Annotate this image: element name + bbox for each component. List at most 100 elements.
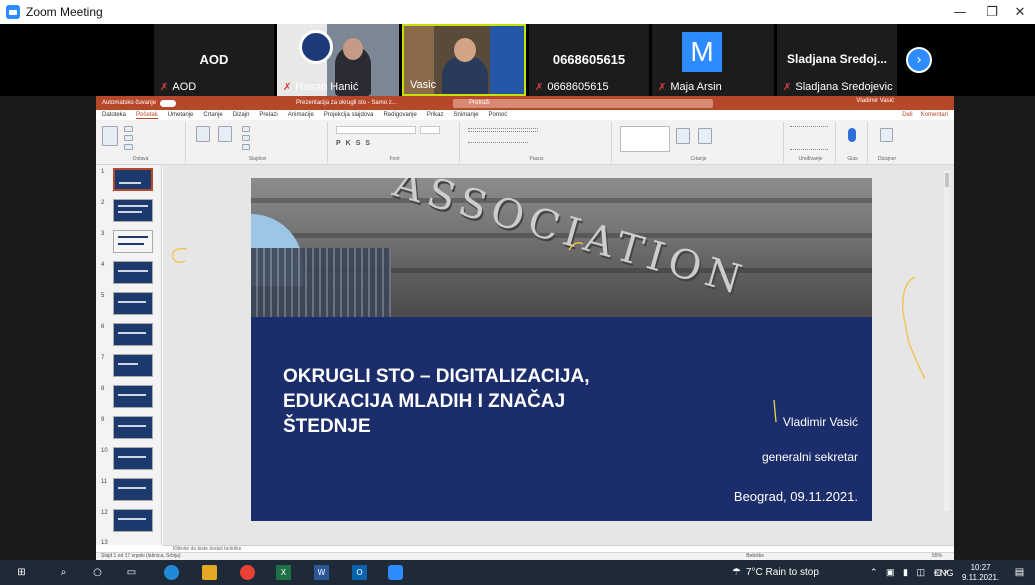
font-size-dropdown[interactable] (420, 126, 440, 134)
status-text: Slajd 1 od 17 srpski (latinica, Srbija) (101, 553, 181, 559)
new-slide-icon[interactable] (196, 126, 210, 142)
participant-tile[interactable]: 0668605615 ✗ 0668605615 (529, 24, 649, 96)
participant-tile[interactable]: Sladjana Sredoj... ✗ Sladjana Sredojevic (777, 24, 897, 96)
slide-editor[interactable]: ASSOCIATION OKRUGLI STO – DIGITALIZACIJA… (163, 165, 954, 545)
slide-thumbnail[interactable] (113, 261, 153, 284)
slide-number: 4 (101, 262, 105, 268)
weather-widget[interactable]: ☂ 7°C Rain to stop (732, 560, 819, 585)
tab-draw[interactable]: Crtanje (203, 112, 222, 118)
notifications-icon[interactable]: ▤ (1012, 565, 1027, 580)
layout-icon[interactable] (242, 126, 250, 132)
task-view-icon[interactable]: ▭ (124, 565, 139, 580)
search-box[interactable]: Pretraži (453, 99, 713, 108)
slide-thumbnail[interactable] (113, 230, 153, 253)
close-button[interactable]: ✕ (1005, 0, 1035, 24)
muted-mic-icon: ✗ (783, 81, 792, 93)
quick-styles-icon[interactable] (698, 128, 712, 144)
slide-number: 6 (101, 324, 105, 330)
paste-icon[interactable] (102, 126, 118, 146)
tab-home[interactable]: Početak (136, 112, 158, 119)
align-buttons[interactable] (468, 142, 528, 146)
section-icon[interactable] (242, 144, 250, 150)
account-name[interactable]: Vladimir Vasić (856, 98, 894, 104)
cut-icon[interactable] (124, 126, 133, 132)
participant-tile[interactable]: M ✗ Maja Arsin (652, 24, 774, 96)
tab-file[interactable]: Datoteka (102, 112, 126, 118)
slide-thumbnail[interactable] (113, 478, 153, 501)
zoom-level[interactable]: 55% (932, 553, 942, 560)
slide-title: OKRUGLI STO – DIGITALIZACIJA, EDUKACIJA … (283, 364, 703, 439)
shared-powerpoint-window: Automatsko čuvanje Prezentacija za okrug… (96, 96, 954, 560)
find-replace-select[interactable] (790, 126, 828, 150)
comments-button[interactable]: Komentari (921, 112, 948, 118)
umbrella-icon: ☂ (732, 567, 741, 578)
search-icon[interactable]: ⌕ (56, 565, 71, 580)
reset-icon[interactable] (242, 135, 250, 141)
slide-thumbnail[interactable] (113, 323, 153, 346)
next-participants-button[interactable]: › (906, 47, 932, 73)
notes-button[interactable]: Beleške (746, 553, 764, 560)
list-buttons[interactable] (468, 128, 538, 132)
zoom-taskbar-icon[interactable] (388, 565, 403, 580)
current-slide[interactable]: ASSOCIATION OKRUGLI STO – DIGITALIZACIJA… (251, 178, 872, 521)
flag-banner (490, 26, 524, 94)
slide-thumbnail[interactable] (113, 292, 153, 315)
minimize-button[interactable]: — (945, 0, 975, 24)
group-label: Glas (847, 156, 858, 162)
edge-icon[interactable] (164, 565, 179, 580)
slide-thumbnail[interactable] (113, 199, 153, 222)
design-ideas-icon[interactable] (880, 128, 893, 142)
font-name-dropdown[interactable] (336, 126, 416, 134)
tab-transitions[interactable]: Prelazi (259, 112, 277, 118)
windows-start-icon[interactable]: ⊞ (14, 565, 29, 580)
slide-thumbnail[interactable] (113, 509, 153, 532)
outlook-icon[interactable]: O (352, 565, 367, 580)
tab-review[interactable]: Redigovanje (383, 112, 416, 118)
tab-slideshow[interactable]: Projekcija slajdova (324, 112, 374, 118)
participant-avatar: M (682, 32, 722, 72)
language-indicator[interactable]: ENG (934, 560, 954, 585)
tab-animations[interactable]: Animacije (288, 112, 314, 118)
participant-display-name: 0668605615 (552, 52, 626, 67)
slide-thumbnail[interactable] (113, 385, 153, 408)
chrome-icon[interactable] (240, 565, 255, 580)
shapes-gallery[interactable] (620, 126, 670, 152)
participant-video-strip: AOD ✗ AOD ✗ Hasan Hanić Vasic 0668605615 ✗… (0, 24, 1035, 96)
arrange-icon[interactable] (676, 128, 690, 144)
slide-number: 5 (101, 293, 105, 299)
slide-thumbnail[interactable] (113, 168, 153, 191)
dictate-mic-icon[interactable] (848, 128, 856, 142)
tab-view[interactable]: Prikaz (427, 112, 444, 118)
ribbon-group-paragraph: Pasus (462, 122, 612, 163)
slide-number: 12 (101, 510, 108, 516)
emblem-icon (299, 30, 333, 64)
slide-thumbnail[interactable] (113, 354, 153, 377)
excel-icon[interactable]: X (276, 565, 291, 580)
participant-tile[interactable]: AOD ✗ AOD (154, 24, 274, 96)
reuse-slides-icon[interactable] (218, 126, 232, 142)
notes-pane[interactable]: Kliknite da biste dodali beleške (163, 545, 954, 552)
tab-insert[interactable]: Umetanje (168, 112, 194, 118)
group-label: Crtanje (690, 156, 707, 162)
group-label: Font (389, 156, 400, 162)
muted-mic-icon: ✗ (535, 81, 544, 93)
participant-tile[interactable]: ✗ Hasan Hanić (277, 24, 399, 96)
slide-thumbnail[interactable] (113, 416, 153, 439)
copy-icon[interactable] (124, 135, 133, 141)
participant-tile-active-speaker[interactable]: Vasic (402, 24, 526, 96)
slide-author: Vladimir Vasić (782, 415, 858, 429)
font-style-buttons[interactable]: PKSS (336, 140, 375, 147)
autosave-toggle[interactable] (160, 99, 177, 107)
share-button[interactable]: Deli (902, 112, 912, 118)
clock[interactable]: 10:27 9.11.2021. (962, 560, 999, 585)
word-icon[interactable]: W (314, 565, 329, 580)
tab-design[interactable]: Dizajn (233, 112, 250, 118)
tab-help[interactable]: Pomoć (489, 112, 508, 118)
tab-record[interactable]: Snimanje (454, 112, 479, 118)
format-painter-icon[interactable] (124, 144, 133, 150)
file-explorer-icon[interactable] (202, 565, 217, 580)
cortana-icon[interactable]: ○ (90, 565, 105, 580)
editor-scrollbar[interactable] (944, 171, 950, 511)
restore-button[interactable]: ❐ (977, 0, 1007, 24)
slide-thumbnail[interactable] (113, 447, 153, 470)
